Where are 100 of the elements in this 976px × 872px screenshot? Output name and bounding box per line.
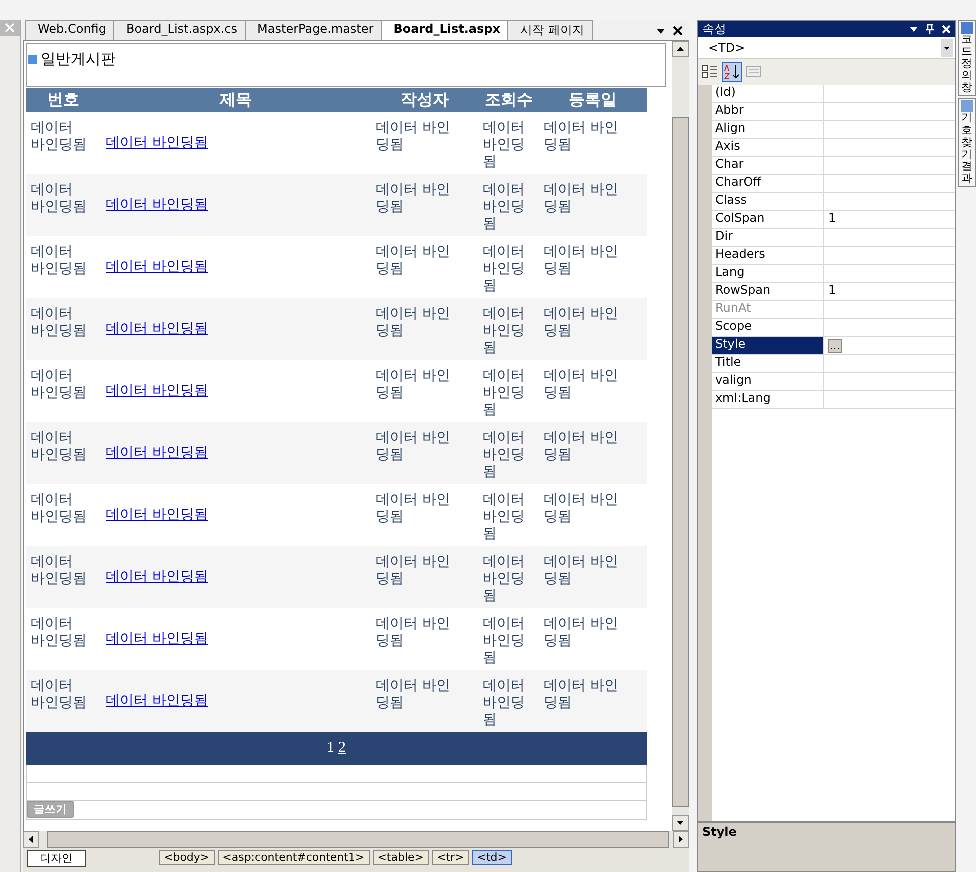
panel-title: 속성: [702, 21, 726, 37]
object-dropdown-value[interactable]: <TD>: [708, 40, 746, 54]
document-tab[interactable]: 시작 페이지: [507, 20, 594, 40]
dropdown-icon[interactable]: [657, 28, 666, 34]
tag-breadcrumb[interactable]: <tr>: [432, 850, 470, 865]
property-name[interactable]: Char: [712, 157, 824, 174]
table-cell-text: 데이터 바인딩됨: [375, 120, 452, 154]
categorized-icon[interactable]: [702, 64, 718, 80]
tag-breadcrumb[interactable]: <asp:content#content1>: [218, 850, 370, 865]
property-name[interactable]: RowSpan: [712, 283, 824, 300]
title-link[interactable]: 데이터 바인딩됨: [101, 630, 371, 648]
table-cell-text: 데이터 바인딩됨: [375, 182, 452, 216]
title-link[interactable]: 데이터 바인딩됨: [101, 258, 371, 276]
table-cell-text: 데이터 바인딩됨: [30, 244, 88, 278]
property-value[interactable]: 1: [824, 283, 956, 300]
property-name[interactable]: Class: [712, 193, 824, 210]
table-cell-text: 데이터 바인딩됨: [30, 120, 88, 154]
table-cell-text: 데이터 바인딩됨: [482, 430, 526, 481]
page-number: 1: [327, 740, 334, 757]
table-cell-text: 데이터 바인딩됨: [543, 430, 620, 464]
property-value[interactable]: 1: [824, 211, 956, 228]
title-link[interactable]: 데이터 바인딩됨: [101, 568, 371, 586]
table-cell-text: 데이터 바인딩됨: [375, 368, 452, 402]
tag-breadcrumb[interactable]: <td>: [472, 850, 512, 865]
scroll-down-icon[interactable]: [672, 815, 690, 831]
title-link[interactable]: 데이터 바인딩됨: [101, 506, 371, 524]
table-cell-text: 데이터 바인딩됨: [30, 368, 88, 402]
column-header: 번호: [46, 90, 80, 110]
table-cell-text: 데이터 바인딩됨: [375, 244, 452, 278]
table-cell-text: 데이터 바인딩됨: [375, 554, 452, 588]
title-link[interactable]: 데이터 바인딩됨: [101, 320, 371, 338]
design-view-tab[interactable]: 디자인: [27, 850, 86, 867]
table-cell-text: 데이터 바인딩됨: [543, 678, 620, 712]
pin-icon[interactable]: [926, 24, 934, 34]
table-cell-text: 데이터 바인딩됨: [375, 616, 452, 650]
marker-icon: [28, 55, 37, 64]
property-name[interactable]: (Id): [712, 85, 824, 102]
property-name[interactable]: Abbr: [712, 103, 824, 120]
property-name[interactable]: Lang: [712, 265, 824, 282]
table-cell-text: 데이터 바인딩됨: [543, 244, 620, 278]
property-name[interactable]: ColSpan: [712, 211, 824, 228]
table-cell-text: 데이터 바인딩됨: [375, 492, 452, 526]
document-tab[interactable]: Board_List.aspx: [380, 20, 510, 40]
table-cell-text: 데이터 바인딩됨: [482, 120, 526, 171]
scroll-up-icon[interactable]: [672, 41, 690, 57]
table-cell-text: 데이터 바인딩됨: [543, 368, 620, 402]
property-name[interactable]: xml:Lang: [712, 391, 824, 408]
property-name[interactable]: Align: [712, 121, 824, 138]
title-link[interactable]: 데이터 바인딩됨: [101, 444, 371, 462]
table-cell-text: 데이터 바인딩됨: [30, 306, 88, 340]
title-link[interactable]: 데이터 바인딩됨: [101, 134, 371, 152]
title-link[interactable]: 데이터 바인딩됨: [101, 382, 371, 400]
table-cell-text: 데이터 바인딩됨: [30, 430, 88, 464]
page-heading: 일반게시판: [41, 50, 116, 69]
table-cell-text: 데이터 바인딩됨: [482, 306, 526, 357]
close-icon[interactable]: [673, 26, 684, 36]
document-tab[interactable]: Board_List.aspx.cs: [113, 20, 247, 40]
column-header: 작성자: [400, 90, 450, 110]
page-link[interactable]: 2: [338, 740, 346, 757]
property-name[interactable]: CharOff: [712, 175, 824, 192]
dropdown-icon[interactable]: [941, 38, 954, 56]
table-cell-text: 데이터 바인딩됨: [482, 492, 526, 543]
column-header: 제목: [218, 90, 253, 110]
table-cell-text: 데이터 바인딩됨: [543, 554, 620, 588]
title-link[interactable]: 데이터 바인딩됨: [101, 692, 371, 710]
table-cell-text: 데이터 바인딩됨: [482, 616, 526, 667]
table-cell-text: 데이터 바인딩됨: [30, 678, 88, 712]
scroll-right-icon[interactable]: [673, 831, 690, 848]
document-tab[interactable]: Web.Config: [25, 20, 116, 40]
property-name[interactable]: Headers: [712, 247, 824, 264]
property-name[interactable]: Dir: [712, 229, 824, 246]
document-tab[interactable]: MasterPage.master: [244, 20, 383, 40]
table-cell-text: 데이터 바인딩됨: [482, 554, 526, 605]
table-cell-text: 데이터 바인딩됨: [482, 368, 526, 419]
property-name[interactable]: Axis: [712, 139, 824, 156]
tag-breadcrumb[interactable]: <table>: [372, 850, 429, 865]
table-cell-text: 데이터 바인딩됨: [30, 182, 88, 216]
table-cell-text: 데이터 바인딩됨: [482, 182, 526, 233]
tag-breadcrumb[interactable]: <body>: [159, 850, 215, 865]
dropdown-icon[interactable]: [910, 26, 918, 32]
property-name[interactable]: Scope: [712, 319, 824, 336]
description-title: Style: [702, 825, 737, 839]
property-name[interactable]: Style: [712, 337, 824, 354]
property-name[interactable]: valign: [712, 373, 824, 390]
ellipsis-button-icon[interactable]: [828, 338, 842, 352]
table-cell-text: 데이터 바인딩됨: [375, 306, 452, 340]
table-cell-text: 데이터 바인딩됨: [375, 678, 452, 712]
property-name[interactable]: Title: [712, 355, 824, 372]
table-cell-text: 데이터 바인딩됨: [543, 616, 620, 650]
table-cell-text: 데이터 바인딩됨: [375, 430, 452, 464]
table-cell-text: 데이터 바인딩됨: [482, 678, 526, 729]
sort-alphabetical-icon[interactable]: [722, 62, 742, 82]
scroll-left-icon[interactable]: [23, 831, 39, 848]
table-cell-text: 데이터 바인딩됨: [543, 492, 620, 526]
table-cell-text: 데이터 바인딩됨: [30, 492, 88, 526]
table-cell-text: 데이터 바인딩됨: [543, 306, 620, 340]
table-cell-text: 데이터 바인딩됨: [30, 554, 88, 588]
table-cell-text: 데이터 바인딩됨: [543, 182, 620, 216]
title-link[interactable]: 데이터 바인딩됨: [101, 196, 371, 214]
column-header: 조회수: [484, 90, 534, 110]
